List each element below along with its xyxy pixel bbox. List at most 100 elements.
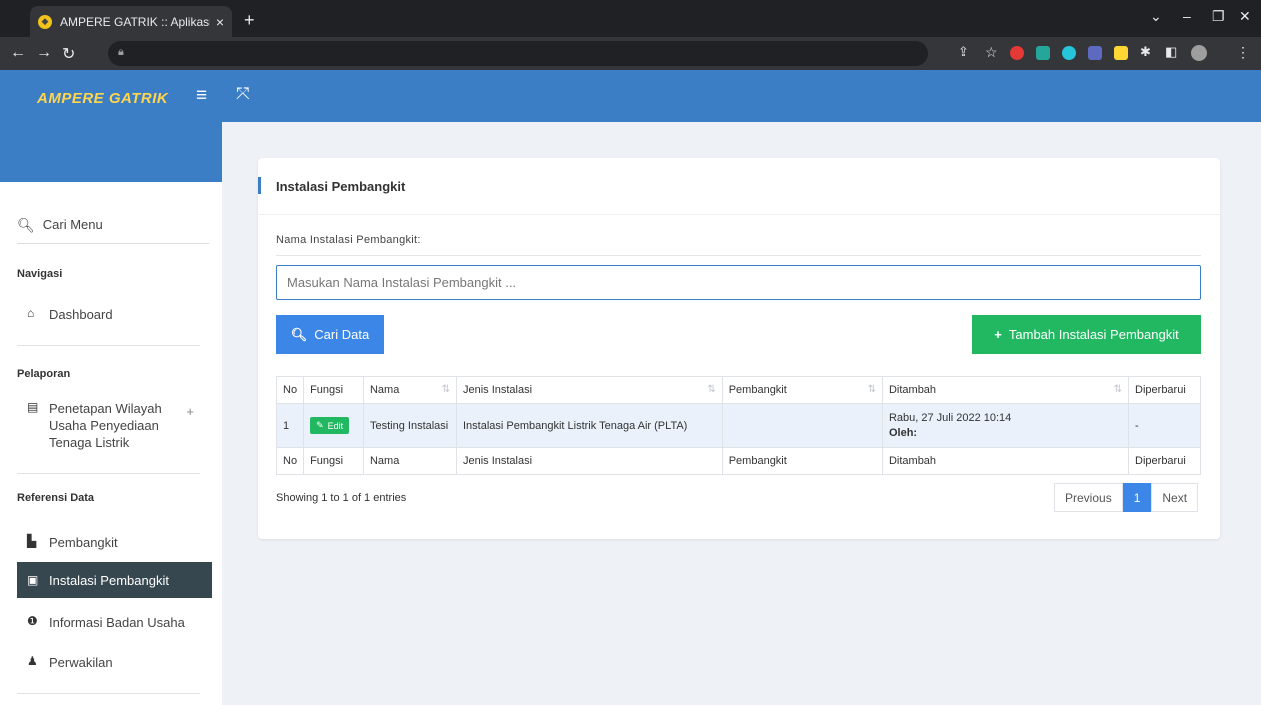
info-icon: ❶: [27, 614, 38, 628]
column-header-label: Jenis Instalasi: [462, 384, 533, 396]
cari-data-label: Cari Data: [314, 327, 370, 342]
menu-search-label: Cari Menu: [42, 217, 103, 232]
column-header-diperbarui[interactable]: Diperbarui: [1128, 376, 1201, 404]
cell-pembangkit: [721, 403, 883, 448]
column-header-jenis-instalasi[interactable]: Jenis Instalasi ⇅: [455, 376, 723, 404]
bookmark-star-icon[interactable]: ☆: [985, 44, 998, 61]
sidebar-item-instalasi-pembangkit[interactable]: ▣ Instalasi Pembangkit: [17, 562, 212, 598]
sidebar-item-pembangkit[interactable]: ▙ Pembangkit: [17, 534, 212, 551]
cell-ditambah: Rabu, 27 Juli 2022 10:14 Oleh:: [881, 403, 1130, 448]
sort-icon[interactable]: ⇅: [442, 384, 450, 395]
footer-fungsi: Fungsi: [303, 447, 364, 475]
sidebar-item-label: Perwakilan: [49, 655, 113, 670]
instalasi-table: No Fungsi Nama ⇅ Jenis Instalasi ⇅ Pembang…: [275, 376, 1201, 475]
sidebar-item-informasi-badan-usaha[interactable]: ❶ Informasi Badan Usaha: [17, 614, 212, 631]
menu-search[interactable]: 🔍︎ Cari Menu: [17, 217, 209, 244]
accent-bar: [258, 177, 261, 194]
sidebar-profile-area: [0, 122, 222, 182]
app-header: AMPERE GATRIK ≡ ⤧: [0, 70, 1261, 122]
extension-icon[interactable]: [1062, 46, 1076, 60]
app-logo[interactable]: AMPERE GATRIK: [37, 90, 168, 107]
next-page-button[interactable]: Next: [1151, 483, 1199, 512]
forward-icon[interactable]: →: [36, 44, 52, 62]
table-row: 1 ✎ Edit Testing Instalasi Instalasi Pem…: [275, 403, 1201, 448]
plug-icon: ▣: [27, 573, 39, 587]
sidebar-item-label: Instalasi Pembangkit: [49, 572, 169, 588]
new-tab-button[interactable]: +: [244, 10, 255, 31]
extension-icon[interactable]: [1010, 46, 1024, 60]
sidebar-item-label: Dashboard: [49, 307, 113, 322]
edit-label: Edit: [327, 420, 344, 431]
column-header-fungsi[interactable]: Fungsi: [303, 376, 364, 404]
column-header-ditambah[interactable]: Ditambah ⇅: [881, 376, 1130, 404]
divider: [17, 693, 200, 694]
cell-fungsi: ✎ Edit: [303, 403, 364, 448]
table-footer-row: No Fungsi Nama Jenis Instalasi Pembangki…: [275, 447, 1201, 475]
column-header-pembangkit[interactable]: Pembangkit ⇅: [721, 376, 883, 404]
page-1-button[interactable]: 1: [1122, 483, 1152, 512]
tambah-instalasi-button[interactable]: + Tambah Instalasi Pembangkit: [972, 315, 1201, 354]
divider: [17, 473, 200, 474]
fullscreen-icon[interactable]: ⤧: [236, 84, 250, 104]
divider: [17, 345, 200, 346]
sort-icon[interactable]: ⇅: [1114, 384, 1122, 395]
address-bar[interactable]: 🔒︎: [108, 41, 928, 66]
cell-nama: Testing Instalasi: [362, 403, 457, 448]
sort-icon[interactable]: ⇅: [707, 384, 715, 395]
section-pelaporan: Pelaporan: [17, 368, 71, 380]
added-date: Rabu, 27 Juli 2022 10:14: [888, 411, 1012, 424]
cell-no: 1: [275, 403, 305, 448]
menu-toggle-icon[interactable]: ≡: [196, 85, 207, 107]
instalasi-search-input[interactable]: [276, 265, 1201, 300]
minimize-button[interactable]: –: [1183, 8, 1191, 24]
column-header-label: Ditambah: [888, 384, 937, 396]
back-icon[interactable]: ←: [10, 44, 26, 62]
browser-menu-icon[interactable]: ⋮: [1236, 44, 1250, 61]
user-icon: ♟: [27, 654, 38, 668]
sort-icon[interactable]: ⇅: [868, 384, 876, 395]
share-icon[interactable]: ⇪: [958, 44, 969, 60]
section-navigasi: Navigasi: [17, 268, 63, 280]
column-header-label: Fungsi: [310, 384, 344, 396]
footer-no: No: [275, 447, 305, 475]
search-icon: 🔍︎: [17, 217, 35, 233]
table-info: Showing 1 to 1 of 1 entries: [276, 492, 407, 504]
restore-button[interactable]: ❐: [1212, 8, 1225, 25]
browser-tab-bar: ◆ AMPERE GATRIK :: Aplikasi Mana × + ⌄ –…: [0, 0, 1261, 37]
window-close-button[interactable]: ✕: [1239, 8, 1251, 25]
footer-ditambah: Ditambah: [881, 447, 1130, 475]
footer-nama: Nama: [362, 447, 457, 475]
expand-plus-icon[interactable]: +: [186, 404, 194, 419]
site-favicon-icon: ◆: [38, 14, 52, 29]
reload-icon[interactable]: ↻: [62, 44, 75, 64]
sidebar-item-penetapan-wilayah[interactable]: ▤ Penetapan Wilayah Usaha Penyediaan Ten…: [17, 400, 194, 451]
tab-title: AMPERE GATRIK :: Aplikasi Mana: [60, 14, 210, 29]
profile-avatar[interactable]: [1191, 45, 1207, 61]
sidebar-item-label: Penetapan Wilayah Usaha Penyediaan Tenag…: [49, 401, 162, 450]
browser-toolbar: ← → ↻ 🔒︎ ⇪ ☆ ✱ ◧ ⋮: [0, 37, 1261, 70]
previous-page-button[interactable]: Previous: [1054, 483, 1123, 512]
column-header-no[interactable]: No: [275, 376, 305, 404]
side-panel-icon[interactable]: ◧: [1165, 44, 1177, 60]
extensions-puzzle-icon[interactable]: ✱: [1140, 44, 1151, 60]
divider: [276, 255, 1201, 256]
added-by: Oleh:: [888, 426, 918, 439]
tab-search-icon[interactable]: ⌄: [1150, 8, 1162, 25]
column-header-label: Nama: [369, 384, 400, 396]
tab-close-icon[interactable]: ×: [216, 14, 224, 30]
sidebar: 🔍︎ Cari Menu Navigasi ⌂ Dashboard Pelapo…: [0, 122, 222, 705]
column-header-nama[interactable]: Nama ⇅: [362, 376, 457, 404]
sidebar-item-perwakilan[interactable]: ♟ Perwakilan: [17, 654, 212, 671]
card-header: Instalasi Pembangkit: [258, 158, 1220, 215]
extension-icon[interactable]: [1036, 46, 1050, 60]
browser-tab[interactable]: ◆ AMPERE GATRIK :: Aplikasi Mana ×: [30, 6, 232, 37]
lock-icon: 🔒︎: [118, 46, 124, 58]
cell-diperbarui: -: [1128, 403, 1201, 448]
sidebar-item-dashboard[interactable]: ⌂ Dashboard: [17, 306, 212, 323]
cari-data-button[interactable]: 🔍︎ Cari Data: [276, 315, 384, 354]
edit-button[interactable]: ✎ Edit: [310, 417, 350, 434]
extension-icon[interactable]: [1088, 46, 1102, 60]
footer-diperbarui: Diperbarui: [1128, 447, 1201, 475]
extension-icon[interactable]: [1114, 46, 1128, 60]
main-card: Instalasi Pembangkit Nama Instalasi Pemb…: [258, 158, 1220, 539]
